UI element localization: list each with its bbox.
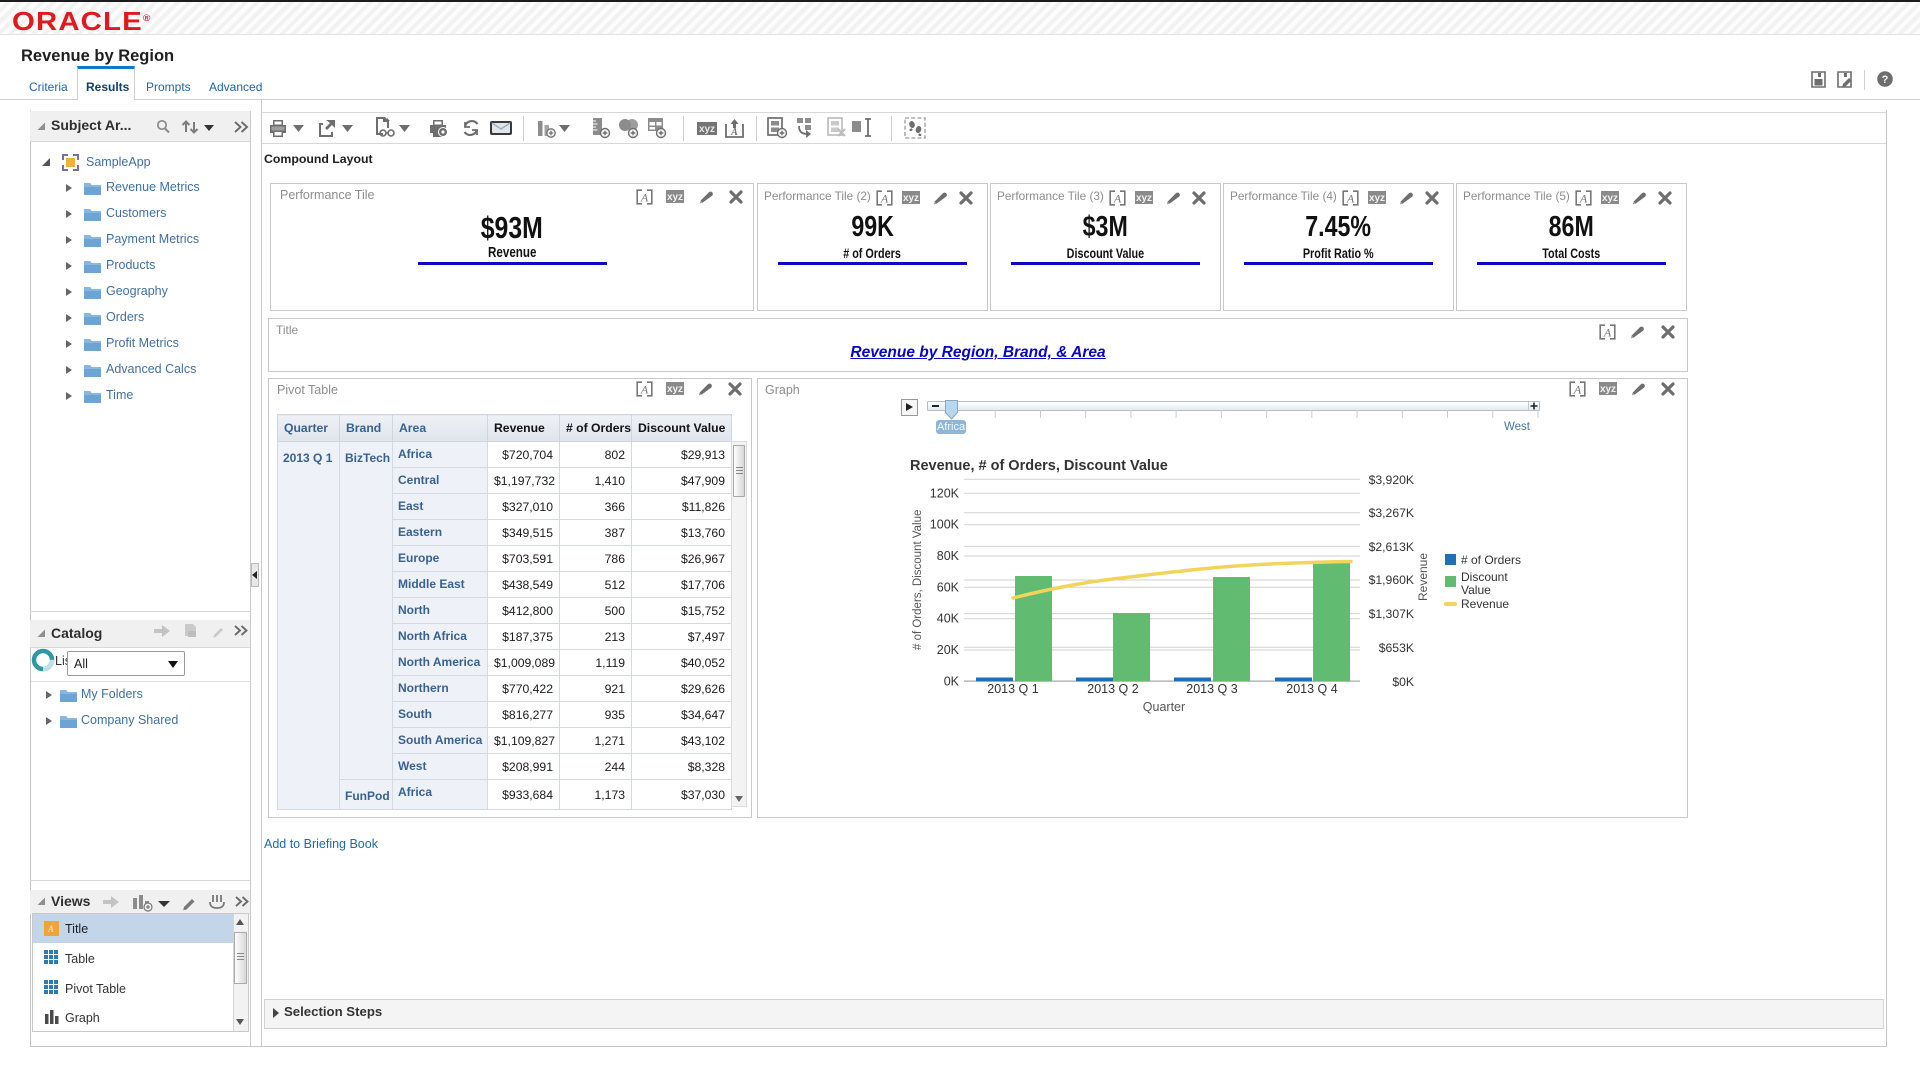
svg-text:A: A (880, 192, 889, 206)
svg-text:20K: 20K (937, 643, 960, 657)
svg-text:60K: 60K (937, 580, 960, 594)
svg-text:Discount: Discount (1461, 570, 1508, 584)
svg-text:?: ? (1882, 74, 1889, 86)
svg-text:xyz: xyz (699, 124, 715, 135)
svg-text:Revenue: Revenue (1416, 553, 1430, 601)
svg-text:A: A (1579, 192, 1588, 206)
svg-text:$1,960K: $1,960K (1369, 573, 1414, 587)
svg-text:A: A (1603, 326, 1612, 340)
svg-text:0K: 0K (944, 674, 960, 688)
svg-text:2013 Q 1: 2013 Q 1 (987, 682, 1038, 696)
svg-text:Value: Value (1461, 583, 1491, 597)
svg-text:xyz: xyz (1602, 193, 1618, 204)
svg-text:# of Orders, Discount Value: # of Orders, Discount Value (912, 510, 924, 650)
svg-text:Revenue: Revenue (1461, 597, 1509, 611)
svg-text:Revenue, # of Orders, Discount: Revenue, # of Orders, Discount Value (910, 458, 1168, 474)
svg-text:A: A (1113, 192, 1122, 206)
svg-text:2013 Q 3: 2013 Q 3 (1186, 682, 1237, 696)
svg-text:120K: 120K (930, 486, 960, 500)
svg-text:A: A (730, 127, 738, 138)
svg-text:80K: 80K (937, 549, 960, 563)
svg-text:Quarter: Quarter (1143, 700, 1185, 714)
svg-text:A: A (640, 383, 649, 397)
svg-text:xyz: xyz (1369, 193, 1385, 204)
svg-text:A: A (1346, 192, 1355, 206)
svg-text:xyz: xyz (667, 384, 683, 395)
svg-text:$2,613K: $2,613K (1369, 540, 1414, 554)
svg-text:$653K: $653K (1379, 641, 1414, 655)
svg-text:# of Orders: # of Orders (1461, 553, 1521, 567)
svg-text:$1,307K: $1,307K (1369, 607, 1414, 621)
svg-text:2013 Q 2: 2013 Q 2 (1087, 682, 1138, 696)
svg-text:$0K: $0K (1392, 675, 1414, 689)
svg-text:$3,267K: $3,267K (1369, 506, 1414, 520)
svg-text:xyz: xyz (903, 193, 919, 204)
svg-text:A: A (640, 191, 649, 205)
svg-text:$3,920K: $3,920K (1369, 473, 1414, 487)
svg-text:A: A (47, 924, 54, 934)
svg-text:40K: 40K (937, 612, 960, 626)
svg-text:xyz: xyz (1136, 193, 1152, 204)
svg-text:2013 Q 4: 2013 Q 4 (1286, 682, 1337, 696)
svg-text:xyz: xyz (667, 192, 683, 203)
svg-text:100K: 100K (930, 518, 960, 532)
